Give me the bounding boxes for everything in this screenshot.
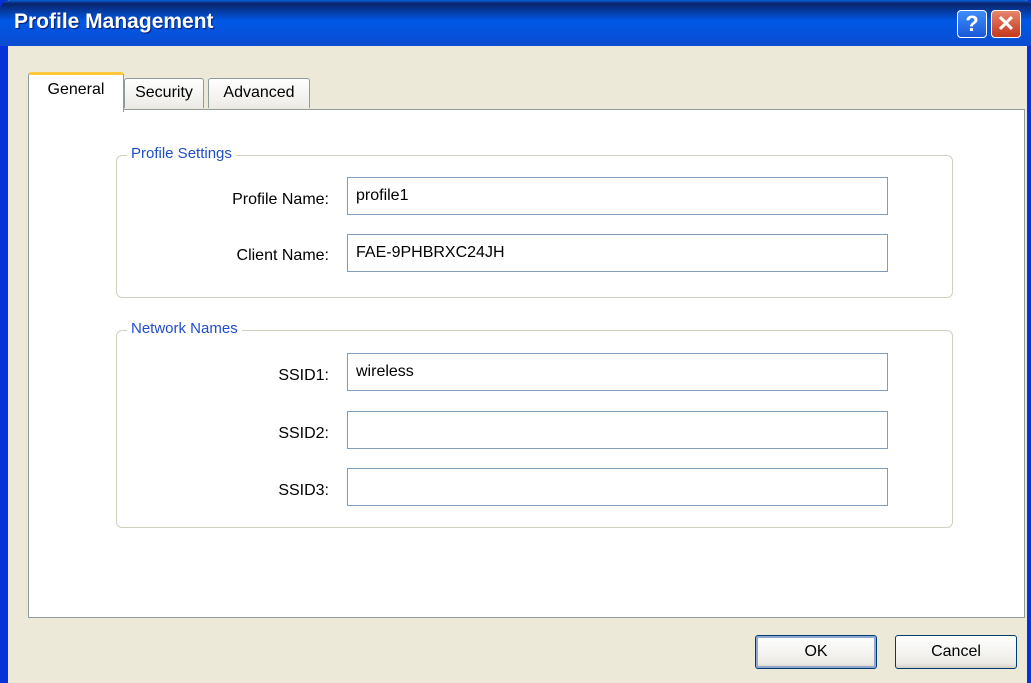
tab-advanced[interactable]: Advanced bbox=[208, 78, 310, 108]
ssid3-label: SSID3: bbox=[278, 482, 329, 499]
profile-name-field[interactable] bbox=[347, 177, 888, 215]
close-button[interactable]: ✕ bbox=[991, 10, 1021, 38]
profile-name-label: Profile Name: bbox=[232, 191, 329, 208]
ok-button[interactable]: OK bbox=[755, 635, 877, 669]
network-names-legend: Network Names bbox=[127, 320, 242, 337]
help-icon: ? bbox=[965, 11, 979, 36]
client-name-label: Client Name: bbox=[236, 247, 329, 264]
help-button[interactable]: ? bbox=[957, 10, 987, 38]
ssid1-label: SSID1: bbox=[278, 367, 329, 384]
ssid2-field[interactable] bbox=[347, 411, 888, 449]
tab-general[interactable]: General bbox=[28, 72, 124, 112]
title-bar[interactable]: Profile Management ? ✕ bbox=[0, 0, 1031, 46]
close-icon: ✕ bbox=[996, 11, 1016, 36]
ssid2-label: SSID2: bbox=[278, 425, 329, 442]
cancel-button[interactable]: Cancel bbox=[895, 635, 1017, 669]
profile-management-dialog: Profile Management ? ✕ General Security … bbox=[0, 0, 1031, 683]
ssid3-field[interactable] bbox=[347, 468, 888, 506]
tab-security[interactable]: Security bbox=[124, 78, 204, 108]
profile-settings-legend: Profile Settings bbox=[127, 145, 236, 162]
tab-panel-general: Profile Settings Profile Name: Client Na… bbox=[28, 109, 1025, 618]
window-title: Profile Management bbox=[14, 10, 214, 33]
client-name-field[interactable] bbox=[347, 234, 888, 272]
ssid1-field[interactable] bbox=[347, 353, 888, 391]
